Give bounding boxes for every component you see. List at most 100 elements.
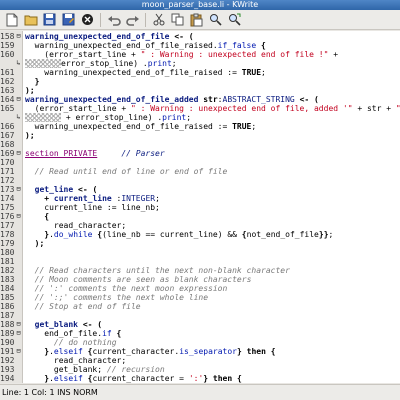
line-number: 173 [0, 185, 15, 194]
line-number: 182 [0, 266, 15, 275]
code-line: read_character; [25, 356, 127, 365]
line-number: 174 [0, 194, 15, 203]
open-button[interactable] [22, 11, 39, 28]
line-number: 171 [0, 167, 15, 176]
cursor-position-status: Line: 1 Col: 1 INS NORM [2, 388, 98, 397]
line-number: 169 [0, 149, 15, 158]
undo-button[interactable] [105, 11, 122, 28]
line-number [0, 113, 14, 122]
toolbar-separator [145, 12, 146, 27]
code-line: (error_start_line + " : Warning : unexpe… [25, 50, 339, 59]
fold-toggle-icon[interactable]: ⊟ [15, 149, 22, 158]
redo-button[interactable] [124, 11, 141, 28]
code-line: // ':;' comments the next whole line [34, 293, 209, 302]
line-number: 190 [0, 338, 15, 347]
code-line: warning_unexpected_end_of_file_added str… [25, 95, 319, 104]
line-number: 165 [0, 104, 15, 113]
code-line: get_blank; // recursion [25, 365, 165, 374]
line-number: 179 [0, 239, 15, 248]
code-line: }.elseif {current_character = ':'} then … [44, 374, 242, 383]
line-number: 161 [0, 68, 15, 77]
copy-button[interactable] [169, 11, 186, 28]
line-number: 160 [0, 50, 15, 59]
window-title-bar[interactable]: moon_parser_base.li - KWrite [0, 0, 400, 10]
line-number: 170 [0, 158, 15, 167]
window-title: moon_parser_base.li - KWrite [141, 0, 259, 9]
paste-button[interactable] [188, 11, 205, 28]
line-number: 181 [0, 257, 15, 266]
line-number: 167 [0, 131, 15, 140]
line-number [0, 59, 14, 68]
fold-toggle-icon[interactable]: ⊟ [15, 32, 22, 41]
line-number: 185 [0, 293, 15, 302]
line-number: 162 [0, 77, 15, 86]
code-line: get_line <- ( [34, 185, 98, 194]
paste-icon [190, 13, 203, 26]
wrap-indicator-icon: ↳ [16, 59, 21, 67]
code-line: ); [34, 239, 45, 248]
fold-toggle-icon[interactable]: ⊟ [15, 185, 22, 194]
code-line: ); [25, 131, 35, 140]
fold-toggle-icon[interactable]: ⊟ [15, 95, 22, 104]
code-line: // do nothing [53, 338, 117, 347]
line-number: 159 [0, 41, 15, 50]
fold-toggle-icon[interactable]: ⊟ [15, 329, 22, 338]
cut-button[interactable] [150, 11, 167, 28]
fold-toggle-icon[interactable]: ⊟ [15, 347, 22, 356]
open-folder-icon [24, 15, 37, 25]
line-number: 188 [0, 320, 15, 329]
code-line: }.do_while {(line_nb == current_line) &&… [44, 230, 334, 239]
new-document-button[interactable] [3, 11, 20, 28]
code-editor[interactable]: 158 ⊟ 159 160 ↳ 161 162 163 164 ⊟ 165 ↳ 166 167 168 169… [0, 31, 400, 383]
close-icon [82, 14, 93, 25]
code-line: section PRIVATE // Parser [25, 149, 165, 158]
code-line: + current_line :INTEGER; [44, 194, 160, 203]
line-number: 158 [0, 32, 15, 41]
save-as-button[interactable] [60, 11, 77, 28]
close-button[interactable] [79, 11, 96, 28]
code-line: warning_unexpected_end_of_file_raised :=… [25, 122, 257, 131]
line-number: 194 [0, 374, 15, 383]
wrap-indicator-icon: ↳ [16, 113, 21, 121]
fold-toggle-icon[interactable]: ⊟ [15, 320, 22, 329]
find-icon [210, 14, 222, 26]
line-number: 176 [0, 212, 15, 221]
line-number-gutter[interactable]: 158 ⊟ 159 160 ↳ 161 162 163 164 ⊟ 165 ↳ 166 167 168 169… [0, 31, 23, 383]
line-number: 187 [0, 311, 15, 320]
code-line: { [44, 212, 50, 221]
code-line: }.elseif {current_character.is_separator… [44, 347, 276, 356]
code-line: // Read characters until the next non-bl… [34, 266, 290, 275]
code-line: ); [25, 86, 35, 95]
code-line: error_stop_line) .print; [25, 59, 177, 68]
code-line: end_of_file.if { [25, 329, 122, 338]
line-number: 168 [0, 140, 15, 149]
code-line: read_character; [25, 221, 127, 230]
code-line: // Moon comments are seen as blank chara… [34, 275, 252, 284]
code-line: warning_unexpected_end_of_file_raised :=… [25, 68, 266, 77]
copy-icon [171, 13, 184, 26]
code-line: warning_unexpected_end_of_file <- ( [25, 32, 194, 41]
save-icon [43, 13, 56, 26]
line-number: 166 [0, 122, 15, 131]
status-bar: Line: 1 Col: 1 INS NORM [0, 384, 400, 400]
code-line: // ':' comments the next moon expression [34, 284, 228, 293]
redo-icon [125, 15, 139, 26]
line-number: 192 [0, 356, 15, 365]
line-number: 177 [0, 221, 15, 230]
line-number: 183 [0, 275, 15, 284]
code-area[interactable]: warning_unexpected_end_of_file <- ( warn… [25, 31, 400, 383]
code-line: // Read until end of line or end of file [34, 167, 228, 176]
line-number: 175 [0, 203, 15, 212]
line-number: 180 [0, 248, 15, 257]
code-line: // Stop at end of file [34, 302, 141, 311]
find-button[interactable] [207, 11, 224, 28]
toolbar-separator [100, 12, 101, 27]
line-number: 186 [0, 302, 15, 311]
code-line: + error_stop_line) .print; [25, 113, 191, 122]
code-line: get_blank <- ( [34, 320, 103, 329]
find-replace-button[interactable] [226, 11, 243, 28]
save-button[interactable] [41, 11, 58, 28]
line-number: 184 [0, 284, 15, 293]
line-number: 178 [0, 230, 15, 239]
fold-toggle-icon[interactable]: ⊟ [15, 212, 22, 221]
